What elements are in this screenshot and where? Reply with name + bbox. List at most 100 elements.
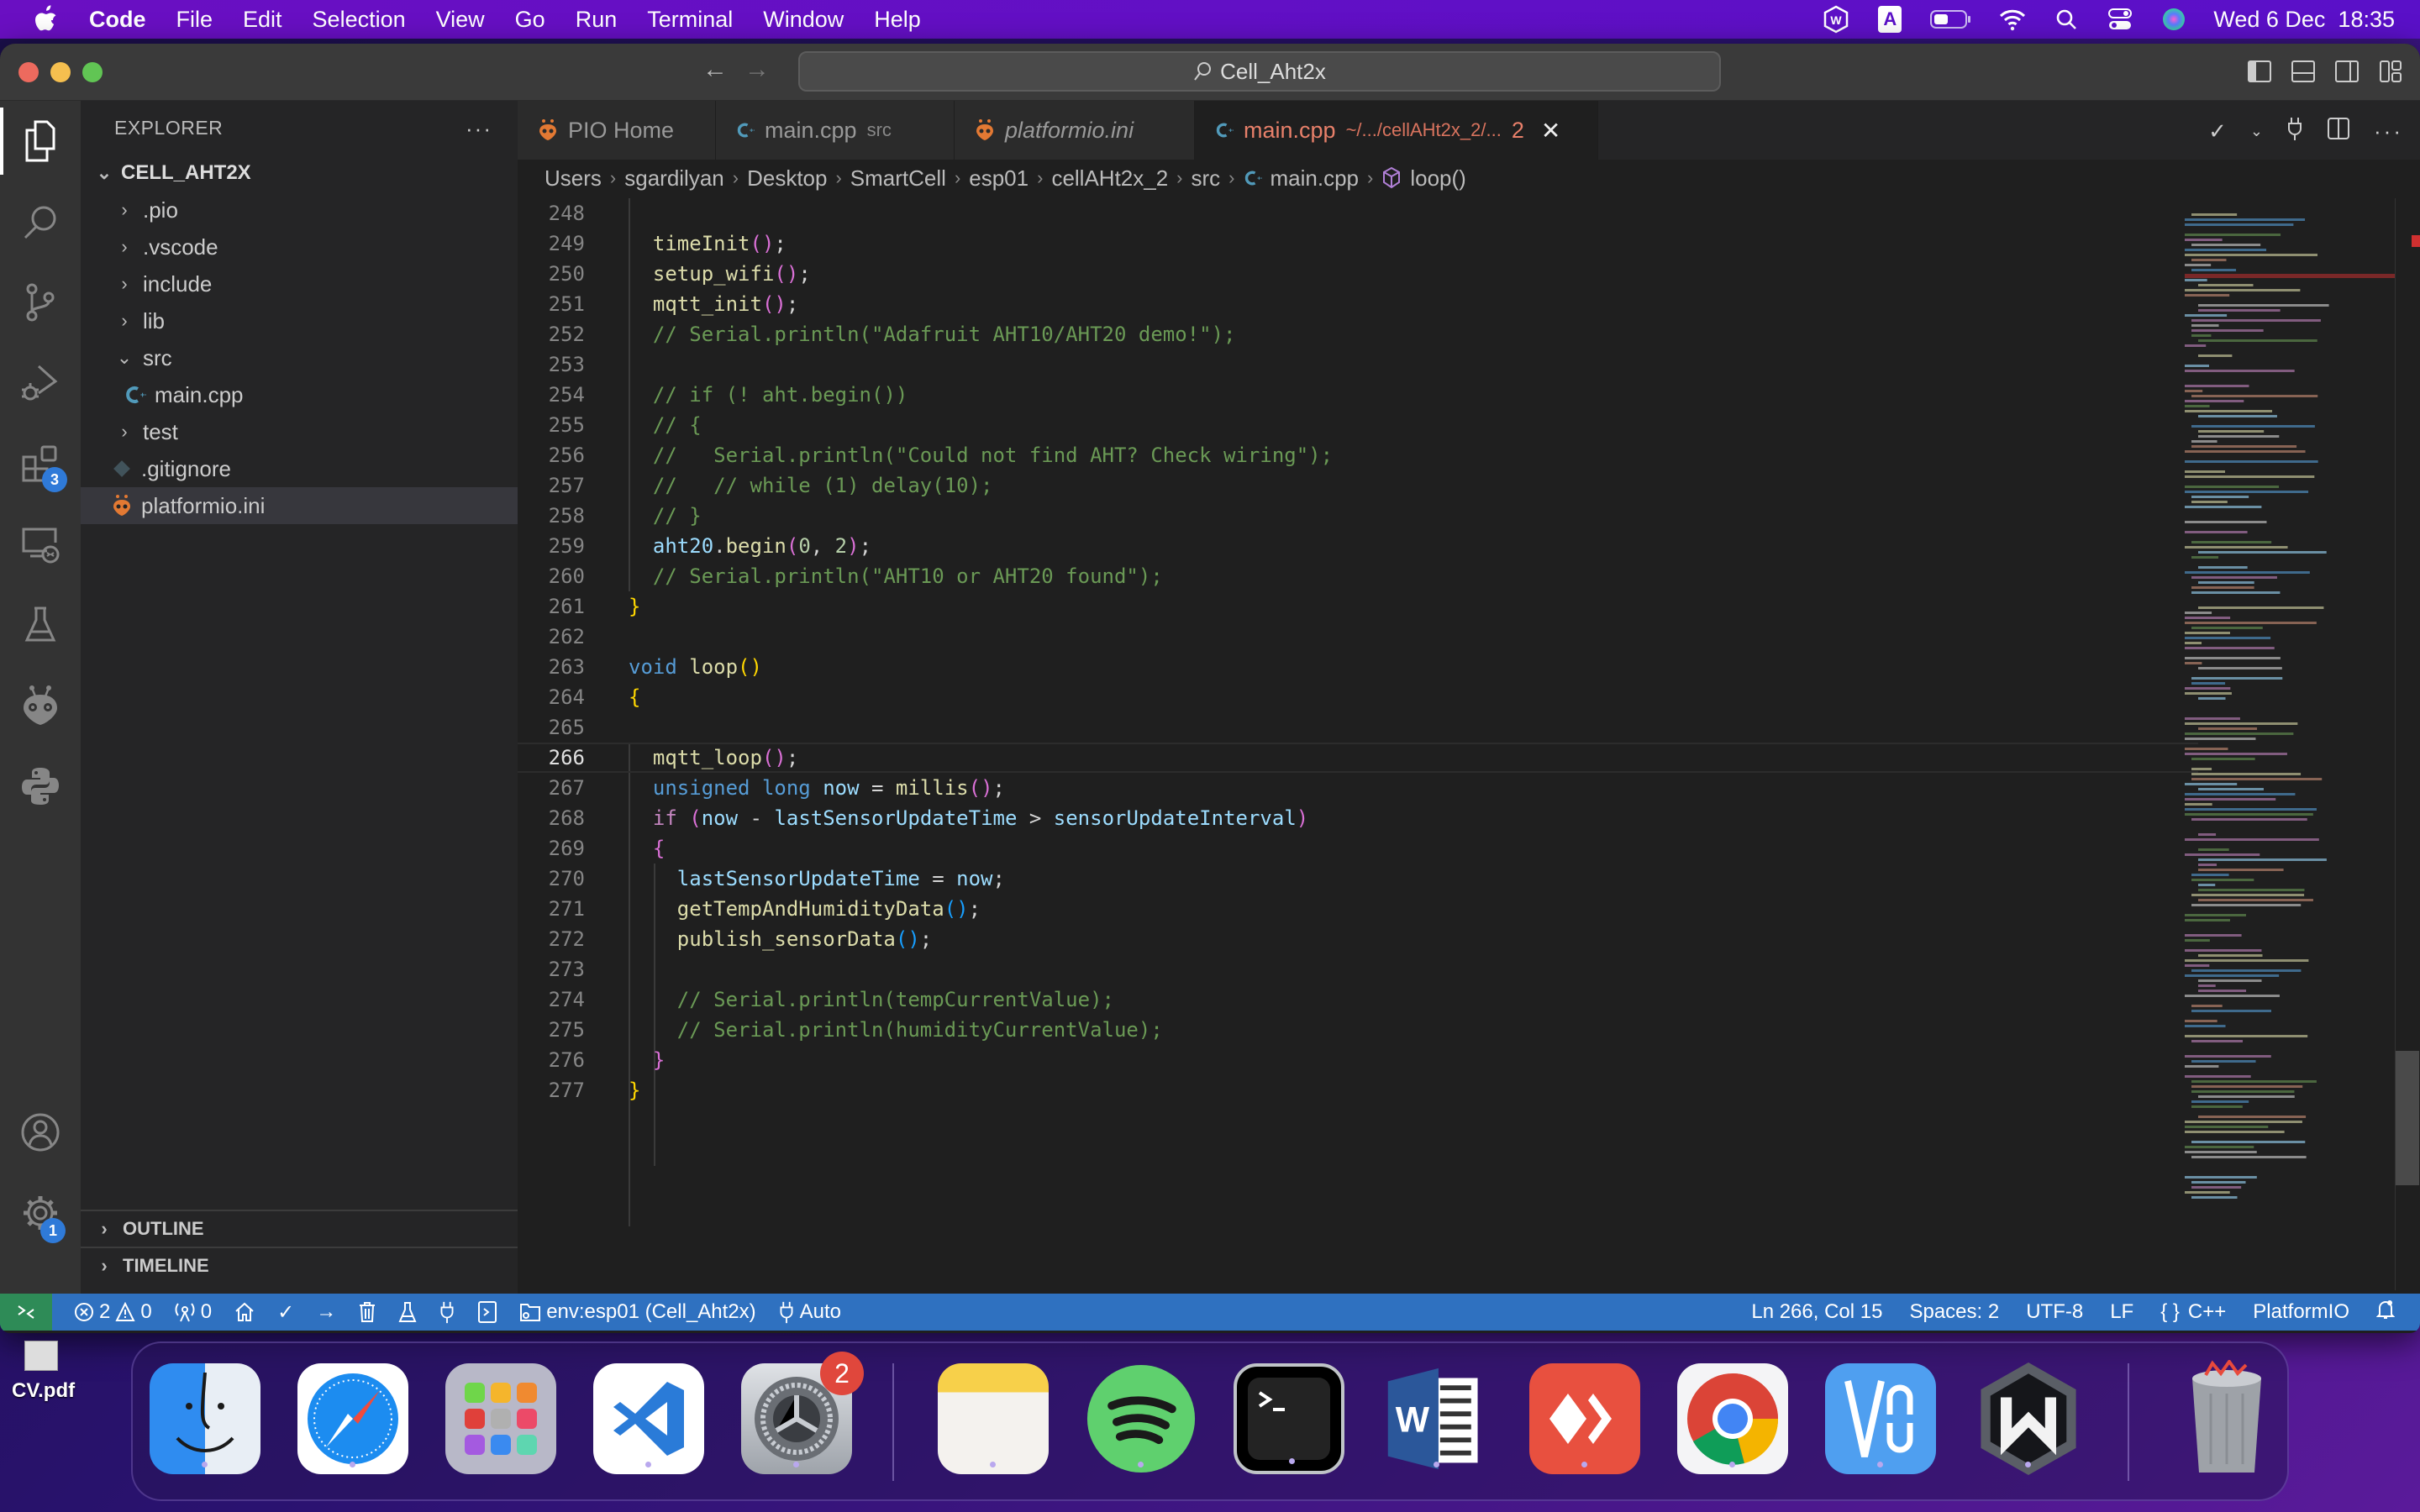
build-check-icon[interactable]: ✓ — [2208, 118, 2227, 144]
dock-anydesk[interactable] — [1529, 1363, 1640, 1474]
menu-file[interactable]: File — [176, 7, 213, 33]
menubar-clock[interactable]: Wed 6 Dec 18:35 — [2213, 7, 2395, 33]
code-line[interactable]: 261} — [518, 591, 2198, 622]
dock-safari[interactable] — [297, 1363, 408, 1474]
scroll-thumb[interactable] — [2396, 1051, 2419, 1185]
pio-serial-monitor-button[interactable] — [439, 1300, 455, 1324]
minimap[interactable] — [2185, 210, 2395, 1218]
go-back-icon[interactable]: ← — [702, 55, 728, 84]
spotlight-search-icon[interactable] — [2052, 5, 2081, 34]
code-line[interactable]: 272 publish_sensorData(); — [518, 924, 2198, 954]
language-mode[interactable]: { } C++ — [2160, 1300, 2226, 1324]
code-line[interactable]: 249 timeInit(); — [518, 228, 2198, 259]
code-line[interactable]: 271 getTempAndHumidityData(); — [518, 894, 2198, 924]
editor-scrollbar[interactable] — [2395, 198, 2420, 1290]
toggle-secondary-sidebar-icon[interactable] — [2334, 59, 2360, 86]
code-line[interactable]: 275 // Serial.println(humidityCurrentVal… — [518, 1015, 2198, 1045]
activity-platformio[interactable] — [0, 665, 81, 746]
tree-item-vscode[interactable]: › .vscode — [81, 228, 518, 265]
tree-item-platformio-ini[interactable]: platformio.ini — [81, 487, 518, 524]
dock-launchpad[interactable] — [445, 1363, 556, 1474]
tab-main-cpp-active[interactable]: ++ main.cpp ~/.../cellAHt2x_2/... 2 ✕ — [1195, 101, 1598, 160]
code-line[interactable]: 273 — [518, 954, 2198, 984]
code-line[interactable]: 254 // if (! aht.begin()) — [518, 380, 2198, 410]
breadcrumb-item[interactable]: sgardilyan — [624, 165, 724, 192]
pio-test-button[interactable] — [398, 1301, 417, 1323]
upload-port-selector[interactable]: Auto — [778, 1300, 841, 1324]
code-line[interactable]: 269 { — [518, 833, 2198, 864]
code-line[interactable]: 266 mqtt_loop(); — [518, 743, 2198, 773]
dock-terminal[interactable] — [1234, 1363, 1344, 1474]
activity-manage[interactable]: 1 — [0, 1173, 81, 1253]
code-line[interactable]: 270 lastSensorUpdateTime = now; — [518, 864, 2198, 894]
dock-vnc-viewer[interactable] — [1825, 1363, 1936, 1474]
outline-section[interactable]: › OUTLINE — [81, 1210, 518, 1247]
customize-layout-icon[interactable] — [2378, 59, 2403, 86]
encoding[interactable]: UTF-8 — [2026, 1300, 2083, 1324]
menu-view[interactable]: View — [436, 7, 485, 33]
code-line[interactable]: 255 // { — [518, 410, 2198, 440]
siri-icon[interactable] — [2160, 5, 2188, 34]
input-source-icon[interactable]: A — [1876, 5, 1904, 34]
menu-go[interactable]: Go — [515, 7, 545, 33]
platformio-indicator[interactable]: PlatformIO — [2253, 1300, 2349, 1324]
wifi-icon[interactable] — [1998, 5, 2027, 34]
tree-item-src[interactable]: ⌄ src — [81, 339, 518, 376]
build-dropdown-chevron-icon[interactable]: ⌄ — [2250, 123, 2263, 140]
tree-item-test[interactable]: › test — [81, 413, 518, 450]
menu-selection[interactable]: Selection — [313, 7, 406, 33]
breadcrumb-item[interactable]: SmartCell — [850, 165, 946, 192]
code-line[interactable]: 260 // Serial.println("AHT10 or AHT20 fo… — [518, 561, 2198, 591]
activity-run-debug[interactable] — [0, 343, 81, 423]
code-line[interactable]: 253 — [518, 349, 2198, 380]
code-line[interactable]: 250 setup_wifi(); — [518, 259, 2198, 289]
code-line[interactable]: 259 aht20.begin(0, 2); — [518, 531, 2198, 561]
pio-home-button[interactable] — [234, 1301, 255, 1323]
control-center-icon[interactable] — [2106, 5, 2134, 34]
breadcrumb-item[interactable]: Desktop — [747, 165, 827, 192]
tree-item-pio[interactable]: › .pio — [81, 192, 518, 228]
menu-help[interactable]: Help — [874, 7, 921, 33]
pio-clean-button[interactable] — [358, 1301, 376, 1323]
code-line[interactable]: 263 void loop() — [518, 652, 2198, 682]
end-of-line[interactable]: LF — [2110, 1300, 2133, 1324]
activity-testing[interactable] — [0, 585, 81, 665]
toggle-panel-icon[interactable] — [2291, 59, 2316, 86]
activity-source-control[interactable] — [0, 262, 81, 343]
serial-monitor-plug-icon[interactable] — [2286, 116, 2303, 147]
dock-system-settings[interactable]: 2 — [741, 1352, 864, 1474]
code-line[interactable]: 256 // Serial.println("Could not find AH… — [518, 440, 2198, 470]
workspace-root-folder[interactable]: ⌄ CELL_AHT2X — [81, 155, 518, 192]
tree-item-include[interactable]: › include — [81, 265, 518, 302]
tree-item-lib[interactable]: › lib — [81, 302, 518, 339]
apple-menu-icon[interactable] — [32, 3, 60, 36]
editor-more-actions-icon[interactable]: ··· — [2374, 118, 2403, 144]
breadcrumb-item[interactable]: Users — [544, 165, 602, 192]
pio-upload-button[interactable]: → — [316, 1300, 336, 1324]
activity-search[interactable] — [0, 181, 81, 262]
pio-terminal-button[interactable] — [477, 1300, 497, 1324]
minimize-window-button[interactable] — [50, 62, 71, 82]
menu-terminal[interactable]: Terminal — [647, 7, 733, 33]
code-editor[interactable]: 248 249 timeInit(); 250 setup_wifi(); 251 m… — [518, 198, 2198, 1290]
code-line[interactable]: 268 if (now - lastSensorUpdateTime > sen… — [518, 803, 2198, 833]
breadcrumb-item[interactable]: loop() — [1410, 165, 1465, 192]
code-line[interactable]: 267 unsigned long now = millis(); — [518, 773, 2198, 803]
code-line[interactable]: 248 — [518, 198, 2198, 228]
activity-explorer[interactable] — [0, 101, 81, 181]
remote-indicator[interactable] — [0, 1294, 52, 1331]
activity-python[interactable] — [0, 746, 81, 827]
warp-w-icon[interactable]: W — [1822, 5, 1850, 34]
breadcrumb-item[interactable]: esp01 — [969, 165, 1028, 192]
zoom-window-button[interactable] — [82, 62, 103, 82]
tab-pio-home[interactable]: PIO Home — [518, 101, 716, 160]
menu-window[interactable]: Window — [763, 7, 844, 33]
activity-accounts[interactable] — [0, 1092, 81, 1173]
code-line[interactable]: 277} — [518, 1075, 2198, 1105]
cursor-position[interactable]: Ln 266, Col 15 — [1751, 1300, 1882, 1324]
activity-extensions[interactable]: 3 — [0, 423, 81, 504]
timeline-section[interactable]: › TIMELINE — [81, 1247, 518, 1284]
code-line[interactable]: 251 mqtt_init(); — [518, 289, 2198, 319]
menu-app-name[interactable]: Code — [89, 7, 146, 33]
split-editor-icon[interactable] — [2327, 117, 2350, 146]
